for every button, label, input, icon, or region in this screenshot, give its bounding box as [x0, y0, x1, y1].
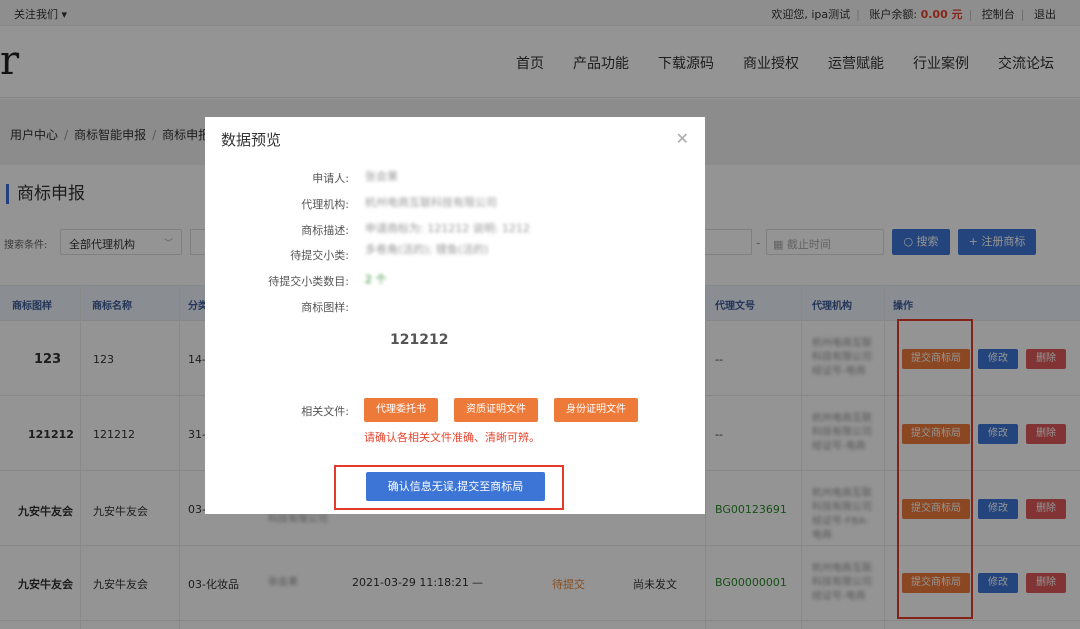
subclass-count-value: 2 个	[365, 273, 387, 286]
modal-title: 数据预览	[221, 131, 282, 149]
trademark-sample-preview: 121212	[390, 332, 449, 348]
id-doc-button[interactable]: 身份证明文件	[554, 398, 638, 422]
agency-label: 代理机构:	[301, 198, 349, 211]
subclasses-value: 多卷角(活的); 锂鱼(活的)	[365, 243, 489, 256]
qualification-doc-button[interactable]: 资质证明文件	[454, 398, 538, 422]
subclass-count-label: 待提交小类数目:	[268, 275, 349, 288]
description-value: 申请商标为: 121212 说明: 1212	[365, 222, 530, 235]
subclasses-label: 待提交小类:	[290, 249, 349, 262]
power-of-attorney-button[interactable]: 代理委托书	[364, 398, 438, 422]
data-preview-modal: 数据预览 ✕ 申请人: 张会果 代理机构: 杭州电商互联科技有限公司 商标描述:…	[205, 117, 705, 514]
sample-label: 商标图样:	[301, 301, 349, 314]
agency-value: 杭州电商互联科技有限公司	[365, 196, 497, 209]
file-hint: 请确认各相关文件准确、清晰可辨。	[364, 431, 540, 444]
confirm-submit-button[interactable]: 确认信息无误,提交至商标局	[366, 472, 545, 501]
description-label: 商标描述:	[301, 224, 349, 237]
files-label: 相关文件:	[301, 405, 349, 418]
close-icon[interactable]: ✕	[676, 129, 689, 148]
applicant-label: 申请人:	[312, 172, 349, 185]
applicant-value: 张会果	[365, 170, 398, 183]
